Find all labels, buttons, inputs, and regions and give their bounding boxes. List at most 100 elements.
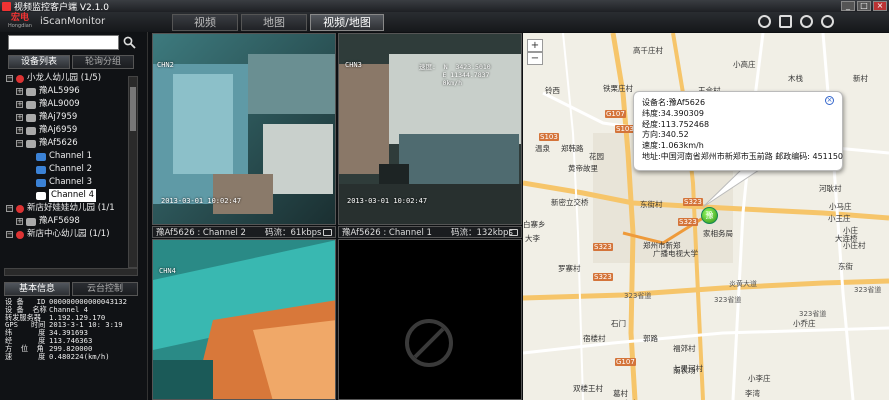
tree-item[interactable]: Channel 3	[26, 176, 92, 189]
tree-item-label: Channel 4	[49, 189, 97, 202]
close-button[interactable]: ×	[873, 1, 887, 11]
map-road-label: 323省道	[854, 286, 882, 294]
expand-icon[interactable]: +	[16, 101, 23, 108]
map-place-label: 家相务局	[703, 229, 733, 238]
map-place-label: 郑韩路	[561, 144, 584, 153]
map-place-label: 福郊村	[673, 344, 696, 353]
map-place-label: 大连桥	[835, 234, 858, 243]
camera-icon	[36, 191, 46, 200]
bus-icon	[26, 139, 36, 148]
left-panel: 设备列表 轮询分组 − 小龙人幼儿园 (1/5) + 豫AL5996 + 豫AL9009 +…	[0, 32, 148, 400]
video-2-bitrate: 码流：132kbps	[451, 228, 513, 238]
app-icon	[2, 1, 11, 11]
snapshot-icon[interactable]	[323, 229, 332, 236]
tree-item[interactable]: Channel 4	[26, 189, 97, 202]
tree-item[interactable]: + 豫AL5996	[16, 85, 80, 98]
company-logo: 宏电 Hongdian	[8, 13, 32, 29]
video-1-caption: 豫Af5626 : Channel 2	[156, 228, 246, 238]
collapse-icon[interactable]: −	[6, 205, 13, 212]
video-panel-3[interactable]: CHN4	[152, 239, 336, 400]
expand-icon[interactable]: +	[16, 88, 23, 95]
video-1-caption-bar: 豫Af5626 : Channel 2 码流：61kbps	[152, 226, 336, 238]
map-place-label: 东街	[838, 262, 853, 271]
tab-video-map[interactable]: 视频/地图	[310, 14, 384, 31]
popup-heading: 方向:340.52	[642, 130, 689, 140]
tree-item[interactable]: + 豫AF5698	[16, 215, 80, 228]
tab-device-list[interactable]: 设备列表	[8, 55, 70, 69]
tree-item-label: 豫Af5626	[39, 138, 78, 148]
collapse-icon[interactable]: −	[6, 231, 13, 238]
tree-scrollbar[interactable]	[128, 76, 138, 268]
expand-icon[interactable]: +	[16, 218, 23, 225]
map-place-label: 石门	[611, 319, 626, 328]
map-place-label: 温泉	[535, 144, 550, 153]
map-place-label: 郭路	[643, 334, 658, 343]
map-road-label: G107	[605, 110, 626, 118]
map-road-label: 323省道	[799, 310, 827, 318]
tree-item[interactable]: + 豫AL9009	[16, 98, 80, 111]
maximize-button[interactable]: □	[857, 1, 871, 11]
minimize-button[interactable]: _	[841, 1, 855, 11]
video-panel-2[interactable]: CHN3 速度: N 3423.5010 E 11344.7837 0km/h …	[338, 33, 522, 225]
settings-icon[interactable]	[821, 15, 834, 28]
video-panel-1[interactable]: CHN2 2013-03-01 10:02:47	[152, 33, 336, 225]
tree-item[interactable]: − 新店好娃娃幼儿园 (1/1	[6, 202, 115, 215]
map-place-label: 白寨乡	[523, 220, 546, 229]
info-key: 速 度	[5, 351, 46, 361]
tree-item[interactable]: + 豫Aj7959	[16, 111, 77, 124]
tree-item[interactable]: − 新店中心幼儿园 (1/1)	[6, 228, 110, 241]
video-panel-4[interactable]	[338, 239, 522, 400]
tree-item[interactable]: − 豫Af5626	[16, 137, 78, 150]
tab-video[interactable]: 视频	[172, 14, 238, 31]
map-place-label: 小李庄	[748, 374, 771, 383]
map-place-label: 铃西	[545, 86, 560, 95]
expand-icon[interactable]: +	[16, 114, 23, 121]
map-place-label: 木栈	[788, 74, 803, 83]
map-place-label: 高千庄村	[633, 46, 663, 55]
tree-item-label: 豫AF5698	[39, 216, 80, 226]
tree-item[interactable]: + 豫Aj6959	[16, 124, 77, 137]
zoom-out-button[interactable]: −	[527, 52, 543, 65]
clock-icon[interactable]	[758, 15, 771, 28]
zoom-in-button[interactable]: +	[527, 39, 543, 52]
device-tree: − 小龙人幼儿园 (1/5) + 豫AL5996 + 豫AL9009 + 豫Aj7959 + 豫A…	[4, 72, 136, 268]
bus-icon	[26, 100, 36, 109]
map-place-label: 罗寨村	[558, 264, 581, 273]
tree-item[interactable]: Channel 2	[26, 163, 92, 176]
popup-address: 地址:中国河南省郑州市新郑市玉前路 邮政编码: 451150	[642, 151, 844, 161]
tree-item-label: 豫AL9009	[39, 99, 80, 109]
video-3-channel: CHN4	[159, 267, 176, 275]
close-icon[interactable]: ×	[825, 96, 834, 105]
tab-basic-info[interactable]: 基本信息	[4, 282, 70, 296]
search-icon[interactable]	[123, 36, 136, 49]
collapse-icon[interactable]: −	[16, 140, 23, 147]
collapse-icon[interactable]: −	[6, 75, 13, 82]
search-input[interactable]	[8, 35, 119, 50]
tab-map[interactable]: 地图	[241, 14, 307, 31]
tree-item[interactable]: Channel 1	[26, 150, 92, 163]
tree-item[interactable]: − 小龙人幼儿园 (1/5)	[6, 72, 101, 85]
device-info-table: 设 备 ID 000000000000043132 设 备 名称 Channel 4转…	[5, 298, 139, 360]
vehicle-info-popup: 设备名:豫Af5626 纬度:34.390309 经度:113.752468 方…	[633, 91, 843, 171]
popup-pointer	[702, 170, 760, 208]
snapshot-icon[interactable]	[509, 229, 518, 236]
video-2-caption-bar: 豫Af5626 : Channel 1 码流：132kbps	[338, 226, 522, 238]
screen-icon[interactable]	[779, 15, 792, 28]
tree-hscrollbar[interactable]	[4, 268, 138, 276]
bus-icon	[26, 126, 36, 135]
map-road-label: 炎黄大道	[729, 280, 757, 288]
map-place-label: 河耿村	[819, 184, 842, 193]
tab-ptz-control[interactable]: 云台控制	[72, 282, 138, 296]
camera-icon	[36, 178, 46, 187]
info-icon[interactable]	[800, 15, 813, 28]
map-place-label: 小王庄	[828, 214, 851, 223]
map-place-label: 李湾	[745, 389, 760, 398]
map-road-label: 323省道	[714, 296, 742, 304]
map-road-label: S103	[615, 125, 635, 133]
map-view[interactable]: + − 高千庄村小高庄木栈铃西铁栗庄村王合村温泉郑韩路花园黄帝故里新密立交桥东街…	[523, 33, 889, 400]
tab-polling-group[interactable]: 轮询分组	[72, 55, 134, 69]
group-icon	[16, 204, 24, 213]
no-signal-icon	[339, 240, 521, 399]
expand-icon[interactable]: +	[16, 127, 23, 134]
bus-icon	[26, 217, 36, 226]
